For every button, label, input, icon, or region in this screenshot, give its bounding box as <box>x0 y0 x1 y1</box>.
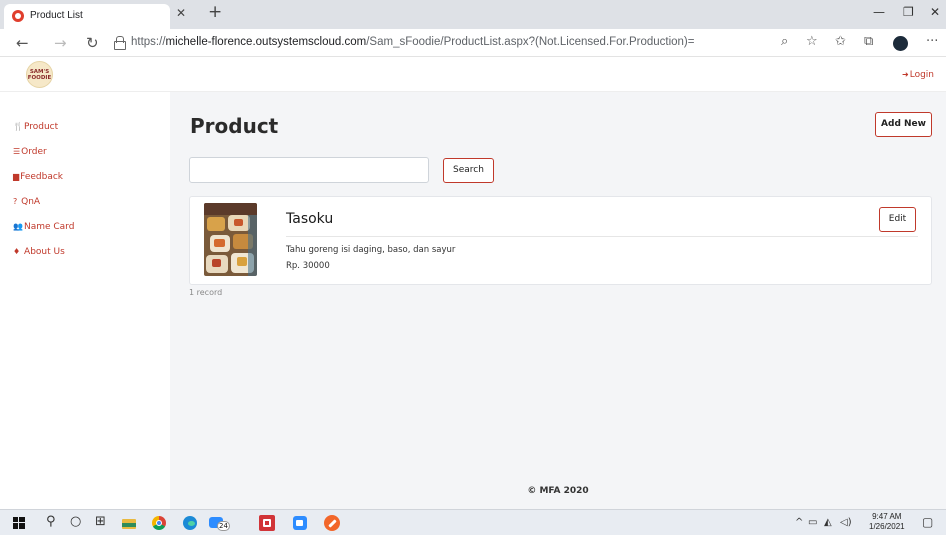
close-window-icon[interactable]: ✕ <box>930 5 940 19</box>
page-title: Product <box>190 114 279 138</box>
sams-foodie-logo[interactable]: SAM'S FOODIE <box>26 61 53 88</box>
site-favicon-icon <box>12 10 24 22</box>
users-icon: 👥 <box>13 222 23 231</box>
windows-start-icon[interactable] <box>13 517 25 529</box>
close-tab-icon[interactable]: ✕ <box>176 6 186 20</box>
card-divider <box>286 236 918 237</box>
sidebar-item-about-us[interactable]: ♦ About Us <box>13 247 65 257</box>
clock-date: 1/26/2021 <box>869 522 905 531</box>
sidebar-item-label: Name Card <box>23 222 75 232</box>
minimize-icon[interactable]: — <box>873 5 885 19</box>
url-field[interactable]: https://michelle-florence.outsystemsclou… <box>131 36 694 48</box>
windows-taskbar: ⚲ ○ ⊞ 24 ^ ▭ ◭ ◁) 9:47 AM 1/26/2021 ▢ <box>0 509 946 535</box>
product-image <box>204 203 257 276</box>
question-icon: ? <box>13 197 18 206</box>
sidebar: 🍴Product ☰Order ▆Feedback ? QnA 👥Name Ca… <box>0 92 170 509</box>
sidebar-item-name-card[interactable]: 👥Name Card <box>13 222 74 232</box>
tab-title: Product List <box>30 10 83 21</box>
product-price: Rp. 30000 <box>286 261 330 271</box>
sidebar-item-product[interactable]: 🍴Product <box>13 122 58 132</box>
lock-icon <box>114 36 126 50</box>
sidebar-item-label: Order <box>21 147 47 157</box>
notification-badge: 24 <box>217 521 230 531</box>
browser-tab-bar: Product List ✕ + — ❐ ✕ <box>0 0 946 29</box>
sign-in-icon: ➜ <box>902 70 909 79</box>
url-host: michelle-florence.outsystemscloud.com <box>165 36 367 48</box>
search-icon[interactable]: ⚲ <box>46 514 56 529</box>
chevron-up-icon[interactable]: ^ <box>795 517 803 528</box>
clock-time: 9:47 AM <box>872 512 902 521</box>
search-input[interactable] <box>189 157 429 183</box>
sidebar-item-qna[interactable]: ? QnA <box>13 197 40 207</box>
office-icon[interactable] <box>259 515 275 531</box>
zoom-meeting-icon[interactable] <box>293 516 307 530</box>
record-count: 1 record <box>189 288 223 297</box>
search-button[interactable]: Search <box>443 158 494 183</box>
sidebar-item-label: Product <box>23 122 59 132</box>
network-icon[interactable]: ◭ <box>824 517 832 528</box>
browser-tab[interactable]: Product List <box>4 4 170 29</box>
cutlery-icon: 🍴 <box>13 122 23 131</box>
sidebar-item-label: Feedback <box>20 172 64 182</box>
edit-button[interactable]: Edit <box>879 207 916 232</box>
back-icon[interactable]: ← <box>16 34 29 52</box>
restore-icon[interactable]: ❐ <box>903 5 914 19</box>
url-path: /Sam_sFoodie/ProductList.aspx?(Not.Licen… <box>366 36 695 48</box>
add-new-button[interactable]: Add New <box>875 112 932 137</box>
notification-center-icon[interactable]: ▢ <box>922 515 933 529</box>
refresh-icon[interactable]: ↻ <box>86 34 99 52</box>
new-tab-icon[interactable]: + <box>208 2 222 22</box>
more-menu-icon[interactable]: ··· <box>926 34 938 49</box>
footer-copyright: © MFA 2020 <box>527 486 589 496</box>
product-name[interactable]: Tasoku <box>286 211 333 227</box>
favorites-list-icon[interactable]: ✩ <box>835 34 846 49</box>
zoom-app-icon[interactable]: 24 <box>209 517 231 531</box>
volume-icon[interactable]: ◁) <box>840 517 852 528</box>
edge-icon[interactable] <box>183 516 197 530</box>
logo-text: SAM'S FOODIE <box>27 69 52 81</box>
sidebar-item-label: QnA <box>21 197 41 207</box>
zoom-icon[interactable]: ⌕ <box>781 34 788 49</box>
list-icon: ☰ <box>13 147 21 156</box>
clock[interactable]: 9:47 AM 1/26/2021 <box>869 512 905 532</box>
sidebar-item-label: About Us <box>24 247 65 257</box>
url-scheme: https:// <box>131 36 166 48</box>
app-header: SAM'S FOODIE ➜Login <box>0 58 946 92</box>
sidebar-item-feedback[interactable]: ▆Feedback <box>13 172 63 182</box>
comment-icon: ▆ <box>13 172 20 181</box>
browser-address-bar: ← → ↻ https://michelle-florence.outsyste… <box>0 29 946 57</box>
pencil-app-icon[interactable] <box>324 515 340 531</box>
person-icon: ♦ <box>13 247 21 256</box>
forward-icon[interactable]: → <box>54 34 67 52</box>
collections-icon[interactable]: ⧉ <box>864 34 873 49</box>
product-description: Tahu goreng isi daging, baso, dan sayur <box>286 245 456 255</box>
task-view-icon[interactable]: ⊞ <box>95 514 106 529</box>
favorite-star-icon[interactable]: ☆ <box>806 34 818 49</box>
cortana-icon[interactable]: ○ <box>70 514 81 529</box>
main-content: Product Add New Search Tasoku Edit Tahu … <box>170 92 946 509</box>
login-label: Login <box>909 70 934 80</box>
chrome-icon[interactable] <box>152 516 166 530</box>
battery-icon[interactable]: ▭ <box>808 517 817 528</box>
file-explorer-icon[interactable] <box>122 517 136 529</box>
login-link[interactable]: ➜Login <box>902 70 934 80</box>
profile-avatar-icon[interactable] <box>893 36 908 51</box>
product-card: Tasoku Edit Tahu goreng isi daging, baso… <box>189 196 932 285</box>
sidebar-item-order[interactable]: ☰Order <box>13 147 47 157</box>
